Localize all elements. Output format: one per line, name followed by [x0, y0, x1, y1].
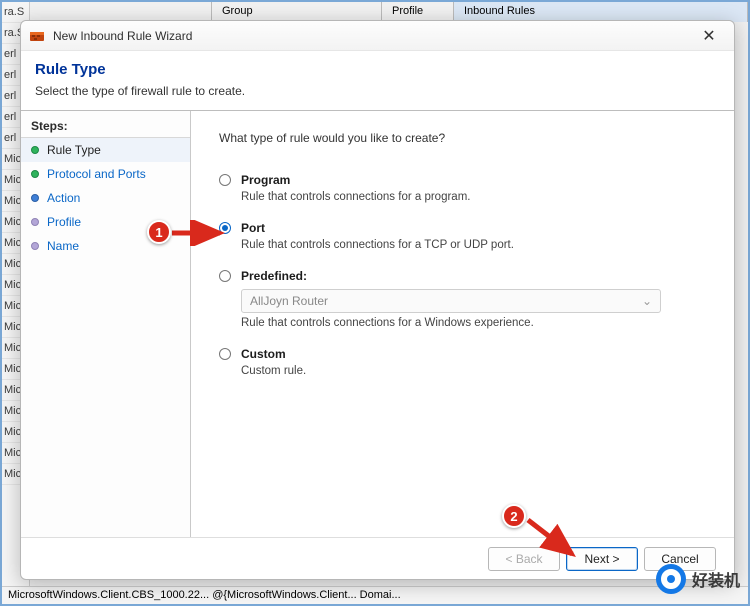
option-custom[interactable]: Custom Custom rule.: [219, 347, 706, 377]
annotation-arrow-1: [170, 220, 230, 246]
radio-custom[interactable]: [219, 348, 231, 360]
step-item-protocol-and-ports[interactable]: Protocol and Ports: [21, 162, 190, 186]
titlebar[interactable]: New Inbound Rule Wizard ✕: [21, 21, 734, 51]
step-label: Action: [47, 191, 80, 205]
option-custom-label: Custom: [241, 347, 286, 361]
bg-column-header: Group Profile Inbound Rules: [2, 2, 748, 22]
watermark-text: 好装机: [692, 567, 740, 591]
option-port-desc: Rule that controls connections for a TCP…: [241, 239, 706, 251]
wizard-footer: < Back Next > Cancel: [21, 537, 734, 579]
bg-status-row: MicrosoftWindows.Client.CBS_1000.22... @…: [2, 586, 748, 604]
option-program-desc: Rule that controls connections for a pro…: [241, 191, 706, 203]
steps-sidebar: Steps: Rule Type Protocol and Ports Action…: [21, 111, 191, 537]
annotation-badge-2: 2: [502, 504, 526, 528]
bg-col-profile: Profile: [382, 2, 454, 22]
step-label: Protocol and Ports: [47, 167, 146, 181]
option-program-label: Program: [241, 173, 290, 187]
annotation-arrow-2: [524, 514, 584, 562]
chevron-down-icon: ⌄: [642, 294, 652, 308]
watermark: 好装机: [656, 564, 740, 594]
option-predefined[interactable]: Predefined: AllJoyn Router ⌄ Rule that c…: [219, 269, 706, 329]
firewall-icon: [29, 28, 45, 44]
step-bullet-icon: [31, 218, 39, 226]
page-subtitle: Select the type of firewall rule to crea…: [35, 84, 720, 98]
step-bullet-icon: [31, 194, 39, 202]
step-item-action[interactable]: Action: [21, 186, 190, 210]
radio-program[interactable]: [219, 174, 231, 186]
option-custom-desc: Custom rule.: [241, 365, 706, 377]
step-label: Rule Type: [47, 143, 101, 157]
step-label: Name: [47, 239, 79, 253]
wizard-main: What type of rule would you like to crea…: [191, 111, 734, 537]
steps-heading: Steps:: [21, 117, 190, 138]
step-bullet-icon: [31, 146, 39, 154]
wizard-dialog: New Inbound Rule Wizard ✕ Rule Type Sele…: [20, 20, 735, 580]
option-predefined-label: Predefined:: [241, 269, 307, 283]
step-label: Profile: [47, 215, 81, 229]
page-title: Rule Type: [35, 61, 720, 78]
step-item-rule-type[interactable]: Rule Type: [21, 138, 190, 162]
bg-col-inbound: Inbound Rules: [454, 2, 748, 22]
radio-predefined[interactable]: [219, 270, 231, 282]
main-prompt: What type of rule would you like to crea…: [219, 131, 706, 145]
watermark-logo-icon: [656, 564, 686, 594]
step-bullet-icon: [31, 170, 39, 178]
predefined-dropdown-value: AllJoyn Router: [250, 294, 328, 308]
option-port[interactable]: Port Rule that controls connections for …: [219, 221, 706, 251]
option-predefined-desc: Rule that controls connections for a Win…: [241, 317, 706, 329]
step-bullet-icon: [31, 242, 39, 250]
annotation-badge-1: 1: [147, 220, 171, 244]
wizard-header: Rule Type Select the type of firewall ru…: [21, 51, 734, 111]
close-button[interactable]: ✕: [692, 23, 726, 49]
dialog-title: New Inbound Rule Wizard: [53, 29, 692, 43]
option-program[interactable]: Program Rule that controls connections f…: [219, 173, 706, 203]
bg-col-group: Group: [212, 2, 382, 22]
predefined-dropdown[interactable]: AllJoyn Router ⌄: [241, 289, 661, 313]
option-port-label: Port: [241, 221, 265, 235]
